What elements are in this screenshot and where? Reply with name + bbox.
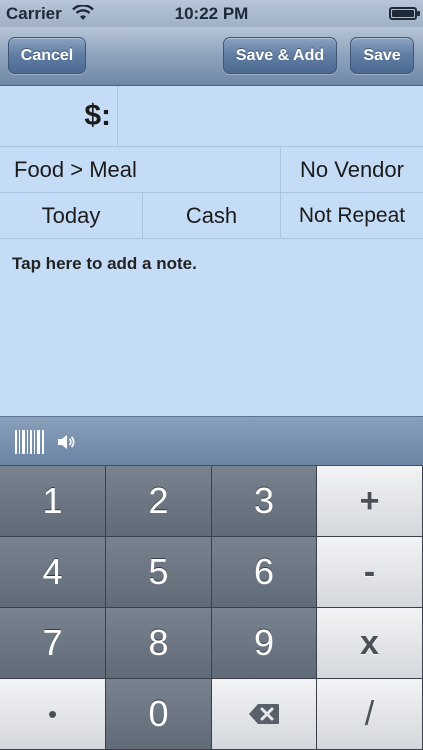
key-4[interactable]: 4: [0, 537, 106, 608]
amount-row: $:: [0, 86, 423, 147]
key-0[interactable]: 0: [106, 679, 212, 750]
category-selector[interactable]: Food > Meal: [0, 147, 281, 192]
repeat-selector[interactable]: Not Repeat: [281, 193, 423, 238]
amount-field[interactable]: [118, 86, 423, 146]
numeric-keypad: 1 2 3 + 4 5 6 - 7 8 9 x • 0 /: [0, 466, 423, 750]
payment-selector[interactable]: Cash: [143, 193, 281, 238]
cancel-button[interactable]: Cancel: [8, 37, 86, 74]
backspace-icon: [249, 704, 279, 724]
key-1[interactable]: 1: [0, 466, 106, 537]
save-and-add-button[interactable]: Save & Add: [223, 37, 337, 74]
key-decimal[interactable]: •: [0, 679, 106, 750]
key-9[interactable]: 9: [212, 608, 317, 679]
key-8[interactable]: 8: [106, 608, 212, 679]
speaker-icon[interactable]: [56, 432, 76, 452]
key-plus[interactable]: +: [317, 466, 423, 537]
key-6[interactable]: 6: [212, 537, 317, 608]
category-row: Food > Meal No Vendor: [0, 147, 423, 193]
key-2[interactable]: 2: [106, 466, 212, 537]
status-bar: Carrier 10:22 PM: [0, 0, 423, 27]
date-selector[interactable]: Today: [0, 193, 143, 238]
battery-icon: [389, 7, 420, 20]
key-3[interactable]: 3: [212, 466, 317, 537]
backspace-key[interactable]: [212, 679, 317, 750]
details-row: Today Cash Not Repeat: [0, 193, 423, 239]
key-minus[interactable]: -: [317, 537, 423, 608]
expense-form: $: Food > Meal No Vendor Today Cash Not …: [0, 86, 423, 416]
key-5[interactable]: 5: [106, 537, 212, 608]
key-divide[interactable]: /: [317, 679, 423, 750]
barcode-icon[interactable]: [15, 430, 45, 454]
currency-label: $:: [0, 86, 118, 146]
vendor-selector[interactable]: No Vendor: [281, 147, 423, 192]
note-field[interactable]: Tap here to add a note.: [12, 254, 197, 274]
keyboard-accessory-bar: [0, 416, 423, 466]
key-multiply[interactable]: x: [317, 608, 423, 679]
navigation-bar: Cancel Save & Add Save: [0, 27, 423, 86]
clock: 10:22 PM: [174, 4, 249, 23]
save-button[interactable]: Save: [350, 37, 414, 74]
key-7[interactable]: 7: [0, 608, 106, 679]
